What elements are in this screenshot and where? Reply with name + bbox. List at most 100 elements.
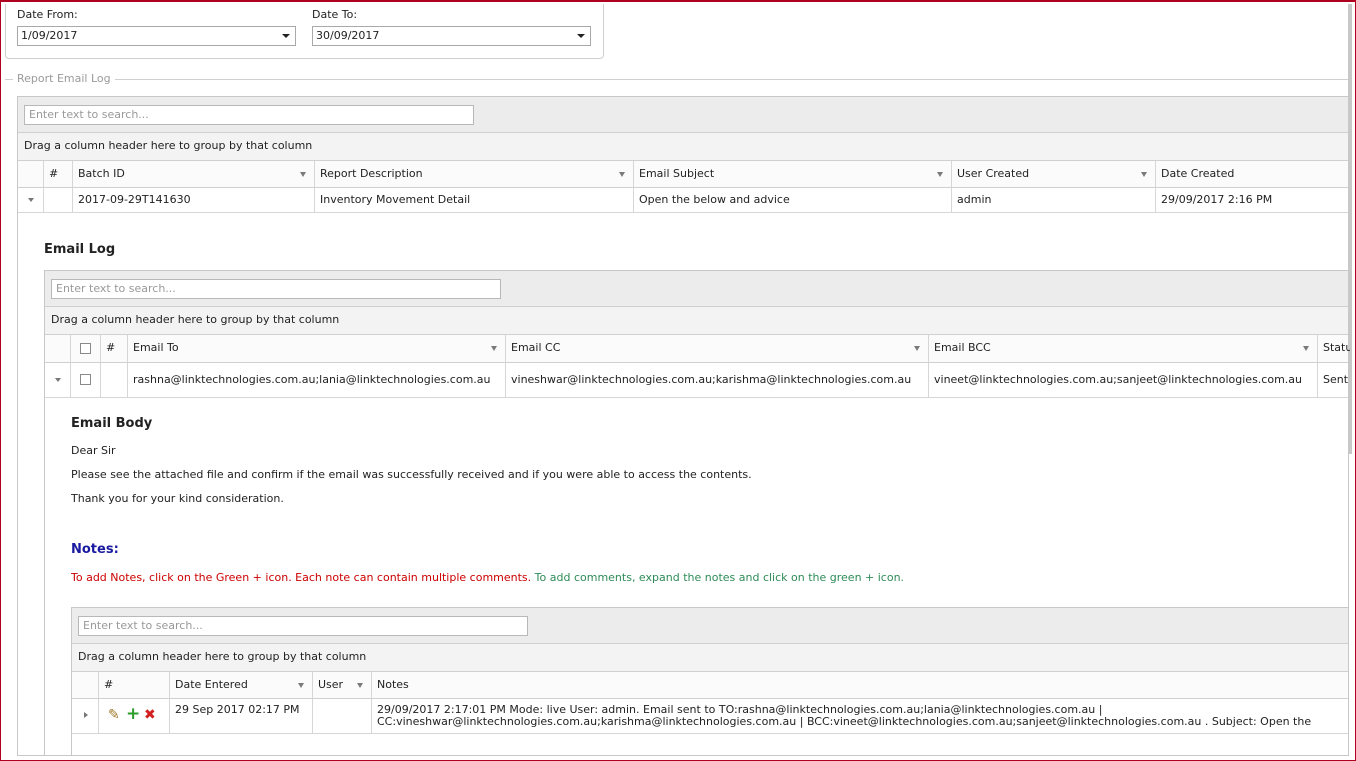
table-row[interactable]: ✎ + ✖ 29 Sep 2017 02:17 PM 29/09/2017 2:… <box>72 699 1348 734</box>
email-cc-header[interactable]: Email CC <box>506 335 929 362</box>
user-cell <box>313 699 372 733</box>
email-to-header[interactable]: Email To <box>128 335 506 362</box>
notes-header-row: # Date Entered User Notes <box>72 672 1348 699</box>
report-search-input[interactable]: Enter text to search... <box>24 105 474 125</box>
email-subject-header-label: Email Subject <box>639 167 715 180</box>
email-to-cell: rashna@linktechnologies.com.au;lania@lin… <box>128 363 506 397</box>
expand-column-header <box>45 335 71 362</box>
user-created-header-label: User Created <box>957 167 1030 180</box>
email-body-line1: Please see the attached file and confirm… <box>71 468 752 481</box>
row-actions-cell: ✎ + ✖ <box>99 699 170 733</box>
search-panel: Enter text to search... <box>72 608 1348 644</box>
date-created-cell: 29/09/2017 2:16 PM <box>1161 193 1273 206</box>
report-header-row: # Batch ID Report Description Email Subj… <box>18 161 1348 188</box>
filter-icon[interactable] <box>1303 346 1309 351</box>
chevron-down-icon[interactable] <box>28 198 34 202</box>
report-description-header[interactable]: Report Description <box>315 161 634 187</box>
chevron-down-icon[interactable] <box>577 34 585 38</box>
chevron-down-icon[interactable] <box>55 378 61 382</box>
expand-cell[interactable] <box>45 363 71 397</box>
date-from-value: 1/09/2017 <box>21 29 78 42</box>
email-bcc-header[interactable]: Email BCC <box>929 335 1318 362</box>
expand-column-header <box>72 672 99 698</box>
expand-cell[interactable] <box>72 699 99 733</box>
date-from-label: Date From: <box>17 8 78 21</box>
email-body-greeting: Dear Sir <box>71 444 116 457</box>
email-subject-header[interactable]: Email Subject <box>634 161 952 187</box>
notes-line-2: CC:vineshwar@linktechnologies.com.au;kar… <box>377 715 1312 728</box>
email-cc-header-label: Email CC <box>511 341 561 354</box>
status-cell: Sent <box>1323 373 1349 386</box>
user-created-cell: admin <box>952 188 1156 212</box>
filter-icon[interactable] <box>298 683 304 688</box>
user-created-header[interactable]: User Created <box>952 161 1156 187</box>
chevron-down-icon[interactable] <box>282 34 290 38</box>
row-number-header[interactable]: # <box>99 672 170 698</box>
filter-icon[interactable] <box>914 346 920 351</box>
email-subject-cell: Open the below and advice <box>634 188 952 212</box>
notes-grid: Enter text to search... Drag a column he… <box>71 607 1349 756</box>
report-email-log-title: Report Email Log <box>13 72 115 85</box>
filter-icon[interactable] <box>619 172 625 177</box>
row-number-cell <box>44 188 73 212</box>
date-to-value: 30/09/2017 <box>316 29 380 42</box>
row-checkbox[interactable] <box>80 374 91 385</box>
report-description-header-label: Report Description <box>320 167 423 180</box>
email-body-line2: Thank you for your kind consideration. <box>71 492 284 505</box>
filter-icon[interactable] <box>937 172 943 177</box>
group-panel[interactable]: Drag a column header here to group by th… <box>45 307 1348 335</box>
expand-column-header <box>18 161 44 187</box>
filter-icon[interactable] <box>357 683 363 688</box>
search-panel: Enter text to search... <box>45 271 1348 307</box>
group-panel[interactable]: Drag a column header here to group by th… <box>18 133 1348 161</box>
notes-instruction-green: To add comments, expand the notes and cl… <box>534 571 905 584</box>
report-description-cell: Inventory Movement Detail <box>315 188 634 212</box>
chevron-right-icon[interactable] <box>84 712 88 718</box>
select-cell[interactable] <box>71 363 101 397</box>
date-created-header[interactable]: Date Created <box>1156 161 1350 187</box>
email-bcc-cell: vineet@linktechnologies.com.au;sanjeet@l… <box>929 363 1318 397</box>
date-to-combo[interactable]: 30/09/2017 <box>312 26 591 46</box>
email-cc-cell: vineshwar@linktechnologies.com.au;karish… <box>506 363 929 397</box>
date-entered-header-label: Date Entered <box>175 678 248 691</box>
group-panel[interactable]: Drag a column header here to group by th… <box>72 644 1348 672</box>
notes-title: Notes: <box>71 542 119 557</box>
date-entered-header[interactable]: Date Entered <box>170 672 313 698</box>
email-to-header-label: Email To <box>133 341 179 354</box>
table-row[interactable]: rashna@linktechnologies.com.au;lania@lin… <box>45 363 1348 398</box>
row-number-header[interactable]: # <box>44 161 73 187</box>
group-box-border <box>5 79 1348 80</box>
notes-instruction-red: To add Notes, click on the Green + icon.… <box>71 571 532 584</box>
filter-icon[interactable] <box>1141 172 1147 177</box>
status-header[interactable]: Statu <box>1318 335 1350 362</box>
batch-id-header[interactable]: Batch ID <box>73 161 315 187</box>
notes-instructions: To add Notes, click on the Green + icon.… <box>71 571 904 584</box>
row-number-cell <box>101 363 128 397</box>
notes-header[interactable]: Notes <box>372 672 1350 698</box>
notes-cell: 29/09/2017 2:17:01 PM Mode: live User: a… <box>372 699 1350 733</box>
date-created-header-label: Date Created <box>1161 167 1235 180</box>
email-log-header-row: # Email To Email CC Email BCC Statu <box>45 335 1350 363</box>
email-log-search-input[interactable]: Enter text to search... <box>51 279 501 299</box>
x-icon[interactable]: ✖ <box>144 708 156 722</box>
table-row[interactable]: 2017-09-29T141630 Inventory Movement Det… <box>18 188 1348 213</box>
user-header-label: User <box>318 678 344 691</box>
date-from-combo[interactable]: 1/09/2017 <box>17 26 296 46</box>
email-bcc-header-label: Email BCC <box>934 341 991 354</box>
date-to-label: Date To: <box>312 8 358 21</box>
row-number-header[interactable]: # <box>101 335 128 362</box>
email-log-title: Email Log <box>44 242 116 257</box>
filter-icon[interactable] <box>300 172 306 177</box>
select-all-header[interactable] <box>71 335 101 362</box>
select-all-checkbox[interactable] <box>80 343 91 354</box>
batch-id-cell: 2017-09-29T141630 <box>73 188 315 212</box>
filter-icon[interactable] <box>491 346 497 351</box>
expand-cell[interactable] <box>18 188 44 212</box>
user-header[interactable]: User <box>313 672 372 698</box>
batch-id-header-label: Batch ID <box>78 167 125 180</box>
plus-icon[interactable]: + <box>126 706 140 723</box>
email-body-title: Email Body <box>71 416 153 431</box>
search-panel: Enter text to search... <box>18 97 1348 133</box>
pencil-icon[interactable]: ✎ <box>108 708 120 722</box>
notes-search-input[interactable]: Enter text to search... <box>78 616 528 636</box>
